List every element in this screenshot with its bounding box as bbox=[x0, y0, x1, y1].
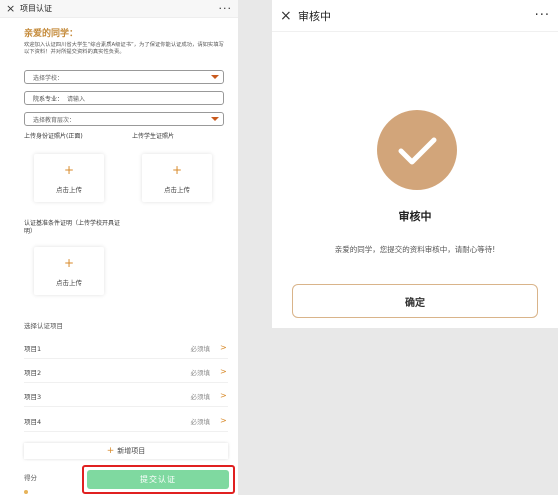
confirm-button[interactable]: 确定 bbox=[292, 284, 538, 318]
required-hint: 必须填 bbox=[190, 368, 211, 377]
submit-button[interactable]: 提交认证 bbox=[87, 470, 229, 489]
upload-proof-action: 点击上传 bbox=[56, 279, 82, 287]
close-icon[interactable]: × bbox=[6, 2, 20, 15]
indicator-dot bbox=[24, 490, 28, 494]
project-name: 项目2 bbox=[24, 368, 42, 377]
plus-icon: + bbox=[63, 163, 75, 177]
project-row[interactable]: 项目1 必须填 > bbox=[24, 337, 228, 359]
top-bar: × 审核中 ··· bbox=[272, 0, 558, 32]
chevron-right-icon: > bbox=[220, 343, 227, 352]
upload-id-button[interactable]: + 点击上传 bbox=[34, 154, 104, 202]
status-circle bbox=[377, 110, 457, 190]
school-select-placeholder: 选择学校： bbox=[33, 74, 64, 82]
application-screen: × 项目认证 ··· 亲爱的同学： 欢迎加入认证四川省大学生“综合素质A级证书”… bbox=[0, 0, 238, 495]
chevron-right-icon: > bbox=[220, 391, 227, 400]
required-hint: 必须填 bbox=[190, 344, 211, 353]
more-icon[interactable]: ··· bbox=[535, 8, 550, 23]
chevron-right-icon: > bbox=[220, 416, 227, 425]
upload-student-label: 上传学生证照片 bbox=[132, 133, 175, 140]
plus-icon: + bbox=[106, 446, 115, 456]
project-row[interactable]: 项目2 必须填 > bbox=[24, 361, 228, 383]
project-name: 项目1 bbox=[24, 344, 42, 353]
project-row[interactable]: 项目4 必须填 > bbox=[24, 410, 228, 432]
education-select-placeholder: 选择教育层次： bbox=[33, 116, 76, 124]
page-title: 审核中 bbox=[298, 9, 331, 23]
review-status-screen: × 审核中 ··· 审核中 亲爱的同学，您提交的资料审核中，请耐心等待! 确定 bbox=[272, 0, 558, 328]
required-hint: 必须填 bbox=[190, 417, 211, 426]
page-title: 项目认证 bbox=[20, 4, 52, 13]
greeting: 亲爱的同学： bbox=[24, 29, 79, 39]
major-field-label: 院系专业： bbox=[33, 95, 64, 103]
score-label: 得分 bbox=[24, 474, 37, 482]
upload-student-button[interactable]: + 点击上传 bbox=[142, 154, 212, 202]
plus-icon: + bbox=[63, 256, 75, 270]
upload-id-action: 点击上传 bbox=[56, 186, 82, 194]
more-icon[interactable]: ··· bbox=[219, 2, 233, 15]
close-icon[interactable]: × bbox=[280, 8, 298, 24]
required-hint: 必须填 bbox=[190, 392, 211, 401]
chevron-down-icon bbox=[211, 117, 219, 121]
project-name: 项目4 bbox=[24, 417, 42, 426]
chevron-right-icon: > bbox=[220, 367, 227, 376]
upload-id-label: 上传身份证照片(正面) bbox=[24, 133, 83, 140]
education-select[interactable]: 选择教育层次： bbox=[24, 112, 224, 126]
check-icon bbox=[398, 137, 437, 165]
add-project-label: 新增项目 bbox=[117, 447, 146, 455]
plus-icon: + bbox=[171, 163, 183, 177]
upload-proof-button[interactable]: + 点击上传 bbox=[34, 247, 104, 295]
chevron-down-icon bbox=[211, 75, 219, 79]
status-title: 审核中 bbox=[398, 210, 432, 223]
major-field-placeholder: 请输入 bbox=[67, 95, 86, 103]
school-select[interactable]: 选择学校： bbox=[24, 70, 224, 84]
status-message: 亲爱的同学，您提交的资料审核中，请耐心等待! bbox=[334, 245, 496, 254]
project-row[interactable]: 项目3 必须填 > bbox=[24, 385, 228, 407]
upload-proof-label: 认证基准条件证明（上传学校开具证明） bbox=[24, 220, 121, 235]
top-bar: × 项目认证 ··· bbox=[0, 0, 238, 18]
upload-student-action: 点击上传 bbox=[164, 186, 190, 194]
add-project-button[interactable]: + 新增项目 bbox=[24, 443, 228, 459]
major-field[interactable]: 院系专业： 请输入 bbox=[24, 91, 224, 105]
intro-text: 欢迎加入认证四川省大学生“综合素质A级证书”，为了保证你能认证成功，请如实填写以… bbox=[24, 42, 224, 56]
project-name: 项目3 bbox=[24, 392, 42, 401]
projects-header: 选择认证项目 bbox=[24, 322, 63, 330]
